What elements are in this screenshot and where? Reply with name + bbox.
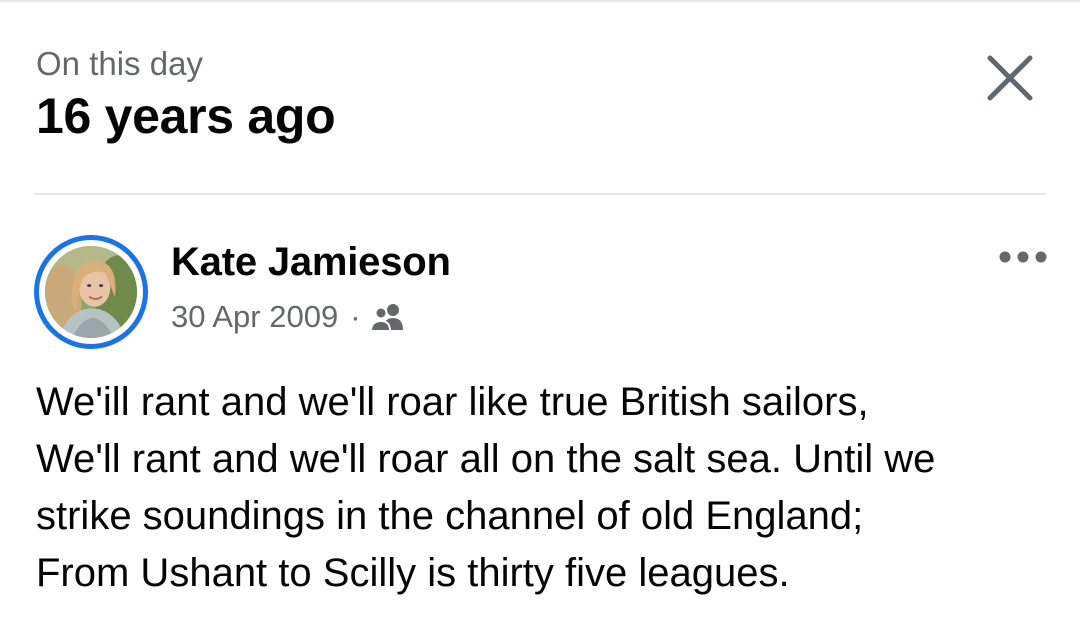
post-text-line: We'ill rant and we'll roar like true Bri… <box>36 380 869 424</box>
post-date[interactable]: 30 Apr 2009 <box>171 297 338 337</box>
close-icon <box>987 55 1033 101</box>
header-divider <box>34 193 1046 195</box>
author-name[interactable]: Kate Jamieson <box>171 238 451 286</box>
more-options-button[interactable] <box>996 244 1052 270</box>
top-border <box>0 0 1080 2</box>
friends-icon[interactable] <box>370 302 405 332</box>
meta-separator: · <box>350 299 361 334</box>
post-text-line: We'll rant and we'll roar all on the sal… <box>36 437 936 481</box>
memory-kicker: On this day <box>36 45 203 82</box>
avatar[interactable] <box>34 235 148 349</box>
post-body: We'ill rant and we'll roar like true Bri… <box>36 374 1046 602</box>
more-options-icon <box>999 251 1047 263</box>
memory-headline: 16 years ago <box>36 88 336 144</box>
post-meta: 30 Apr 2009 · <box>171 297 405 337</box>
close-button[interactable] <box>982 52 1038 104</box>
post-text-line: From Ushant to Scilly is thirty five lea… <box>36 551 790 595</box>
memory-header: On this day 16 years ago <box>36 44 336 146</box>
profile-photo <box>45 246 137 338</box>
post-text-line: strike soundings in the channel of old E… <box>36 494 864 538</box>
